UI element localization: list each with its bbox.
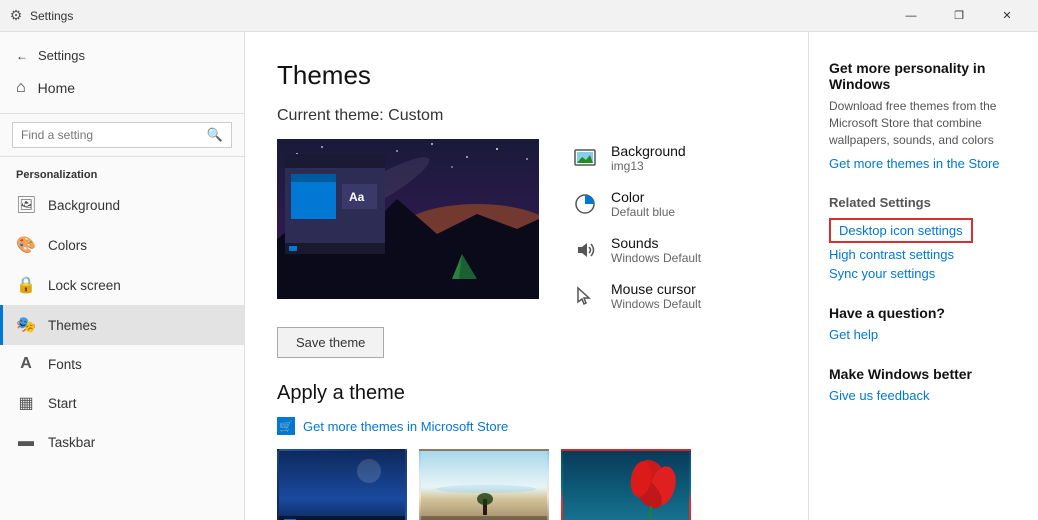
settings-icon: ⚙ [8,8,24,24]
sidebar-item-start-label: Start [48,396,77,411]
titlebar-title: Settings [30,9,888,23]
sidebar-item-taskbar[interactable]: ▬ Taskbar [0,423,244,461]
titlebar: ⚙ Settings — ❐ ✕ [0,0,1038,32]
mouse-cursor-prop-icon [571,282,599,310]
mouse-cursor-prop-value: Windows Default [611,297,701,311]
close-button[interactable]: ✕ [984,0,1030,32]
color-prop-icon [571,190,599,218]
page-title: Themes [277,60,776,91]
lock-screen-icon: 🔒 [16,275,36,295]
color-prop-value: Default blue [611,205,675,219]
theme-preview-row: Aa Background img13 [277,139,776,311]
feedback-link[interactable]: Give us feedback [829,388,1018,403]
background-icon: 🖼 [16,195,36,215]
personalization-label: Personalization [0,157,244,185]
theme-thumb-beach[interactable] [419,449,549,520]
fonts-icon: A [16,355,36,373]
search-input[interactable] [21,128,207,142]
sidebar-item-colors[interactable]: 🎨 Colors [0,225,244,265]
get-help-link[interactable]: Get help [829,327,1018,342]
taskbar-icon: ▬ [16,433,36,451]
back-icon: ← [16,49,28,63]
personality-desc: Download free themes from the Microsoft … [829,98,1018,148]
sidebar-item-themes-label: Themes [48,318,97,333]
sidebar-item-lock-screen[interactable]: 🔒 Lock screen [0,265,244,305]
sounds-prop-value: Windows Default [611,251,701,265]
main-container: ← Settings ⌂ Home 🔍 Personalization 🖼 Ba… [0,32,1038,520]
themes-icon: 🎭 [16,315,36,335]
better-title: Make Windows better [829,366,1018,382]
sidebar-item-fonts[interactable]: A Fonts [0,345,244,383]
sidebar-item-themes[interactable]: 🎭 Themes [0,305,244,345]
home-icon: ⌂ [16,79,26,97]
question-section: Have a question? Get help [829,305,1018,342]
right-panel: Get more personality in Windows Download… [808,32,1038,520]
theme-prop-sounds[interactable]: Sounds Windows Default [571,235,701,265]
svg-text:Aa: Aa [349,190,365,204]
personality-section: Get more personality in Windows Download… [829,60,1018,171]
question-title: Have a question? [829,305,1018,321]
desktop-icon-settings-link[interactable]: Desktop icon settings [829,218,973,243]
start-icon: ▦ [16,393,36,413]
background-prop-name: Background [611,143,686,159]
ms-store-link-label: Get more themes in Microsoft Store [303,419,508,434]
high-contrast-settings-link[interactable]: High contrast settings [829,247,1018,262]
theme-thumb-blue[interactable] [277,449,407,520]
get-more-themes-link[interactable]: Get more themes in the Store [829,156,1018,171]
colors-icon: 🎨 [16,235,36,255]
sidebar-item-background[interactable]: 🖼 Background [0,185,244,225]
sidebar-item-fonts-label: Fonts [48,357,82,372]
search-box[interactable]: 🔍 [12,122,232,148]
theme-prop-mouse-cursor[interactable]: Mouse cursor Windows Default [571,281,701,311]
current-theme-label: Current theme: Custom [277,107,776,125]
sidebar-item-background-label: Background [48,198,120,213]
related-settings-section: Related Settings Desktop icon settings H… [829,195,1018,281]
sidebar-nav-top: ← Settings ⌂ Home [0,32,244,114]
sounds-prop-name: Sounds [611,235,701,251]
sounds-prop-icon [571,236,599,264]
personality-title: Get more personality in Windows [829,60,1018,92]
sidebar-back-label: Settings [38,48,85,63]
minimize-button[interactable]: — [888,0,934,32]
theme-thumb-flower[interactable] [561,449,691,520]
sidebar-item-taskbar-label: Taskbar [48,435,95,450]
save-theme-button[interactable]: Save theme [277,327,384,358]
titlebar-controls: — ❐ ✕ [888,0,1030,32]
sidebar-home[interactable]: ⌂ Home [0,71,244,105]
maximize-button[interactable]: ❐ [936,0,982,32]
sidebar: ← Settings ⌂ Home 🔍 Personalization 🖼 Ba… [0,32,245,520]
sidebar-search: 🔍 [0,114,244,157]
content-area: Themes Current theme: Custom [245,32,808,520]
background-prop-value: img13 [611,159,686,173]
ms-store-link[interactable]: 🛒 Get more themes in Microsoft Store [277,417,776,435]
sidebar-item-start[interactable]: ▦ Start [0,383,244,423]
theme-props: Background img13 Color Default blue [571,139,701,311]
apply-theme-title: Apply a theme [277,382,776,405]
theme-prop-background[interactable]: Background img13 [571,143,701,173]
theme-preview-image: Aa [277,139,539,299]
sidebar-item-colors-label: Colors [48,238,87,253]
related-settings-title: Related Settings [829,195,1018,210]
better-section: Make Windows better Give us feedback [829,366,1018,403]
background-prop-icon [571,144,599,172]
mouse-cursor-prop-name: Mouse cursor [611,281,701,297]
sidebar-item-lock-screen-label: Lock screen [48,278,121,293]
sidebar-back[interactable]: ← Settings [0,40,244,71]
theme-thumbnails [277,449,776,520]
search-icon: 🔍 [207,127,223,143]
theme-prop-color[interactable]: Color Default blue [571,189,701,219]
sidebar-home-label: Home [38,80,75,96]
theme-preview-svg: Aa [277,139,539,299]
color-prop-name: Color [611,189,675,205]
sync-settings-link[interactable]: Sync your settings [829,266,1018,281]
ms-store-icon: 🛒 [277,417,295,435]
